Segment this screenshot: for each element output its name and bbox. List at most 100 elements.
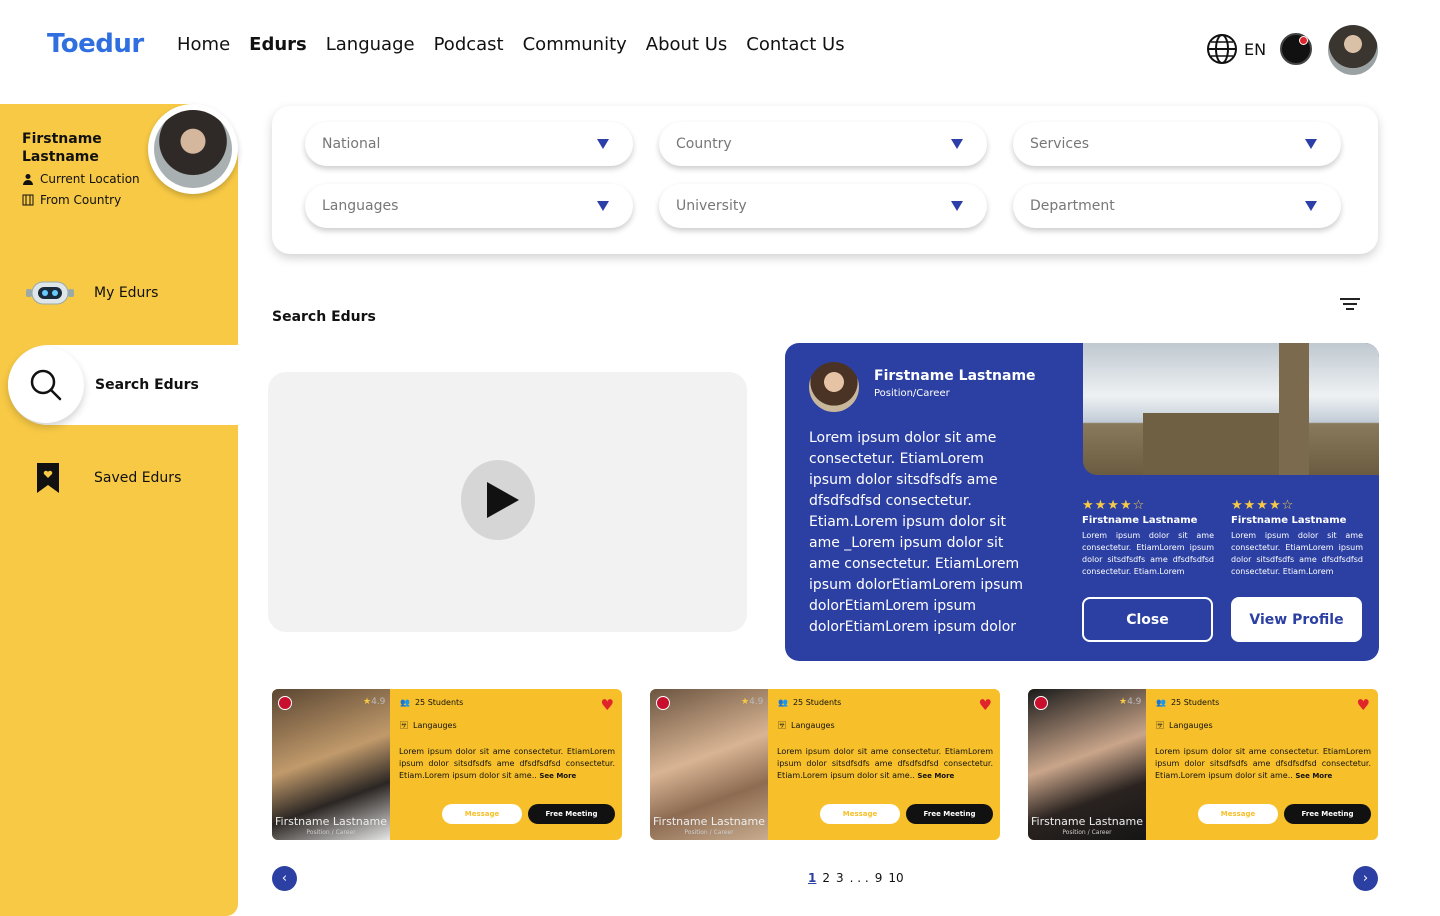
page-ellipsis: . . . [849, 871, 869, 885]
tutor-languages: 🈂 Langauges [400, 721, 457, 730]
uk-flag-icon [1034, 696, 1048, 710]
star-rating: ★★★★☆ [1231, 498, 1295, 513]
view-profile-button[interactable]: View Profile [1231, 597, 1362, 642]
university-select[interactable]: University [659, 184, 987, 228]
sidebar-item-my-edurs[interactable]: My Edurs [0, 253, 238, 333]
page-link[interactable]: 1 [808, 871, 816, 885]
profile-card: Firstname Lastname Position/Career Lorem… [785, 343, 1379, 661]
students-count: 👥 25 Students [1156, 698, 1220, 707]
profile-card-name: Firstname Lastname [874, 368, 1036, 384]
logo[interactable]: Toedur [47, 29, 144, 59]
dropdown-arrow-icon [1305, 201, 1317, 211]
sidebar: Firstname Lastname Current Location From… [0, 104, 238, 916]
nav-home[interactable]: Home [177, 34, 230, 55]
dropdown-arrow-icon [951, 139, 963, 149]
profile-avatar[interactable] [148, 104, 238, 194]
translate-icon: 🈂 [778, 721, 786, 730]
students-icon: 👥 [1156, 698, 1166, 707]
free-meeting-button[interactable]: Free Meeting [906, 804, 993, 824]
heart-icon[interactable]: ♥ [601, 696, 614, 714]
tutor-position: Position / Career [684, 829, 734, 836]
user-avatar[interactable] [1328, 25, 1378, 75]
profile-location: Current Location [22, 172, 140, 186]
columns-icon [22, 194, 34, 206]
review-text: Lorem ipsum dolor sit ame consectetur. E… [1082, 531, 1214, 576]
language-selector[interactable]: EN [1206, 33, 1266, 65]
tutor-name: Firstname Lastname [275, 815, 387, 828]
filter-panel: National Country Services Languages Univ… [272, 106, 1378, 254]
students-count: 👥 25 Students [400, 698, 464, 707]
page-link[interactable]: 9 [875, 871, 883, 885]
tutor-position: Position / Career [306, 829, 356, 836]
message-button[interactable]: Message [820, 804, 900, 824]
tutor-name: Firstname Lastname [653, 815, 765, 828]
bookmark-icon [37, 463, 59, 493]
heart-icon[interactable]: ♥ [979, 696, 992, 714]
department-select[interactable]: Department [1013, 184, 1341, 228]
profile-from: From Country [22, 193, 121, 207]
message-button[interactable]: Message [442, 804, 522, 824]
notification-icon[interactable] [1280, 33, 1312, 65]
select-label: Languages [322, 198, 399, 214]
nav-about[interactable]: About Us [646, 34, 728, 55]
tutor-description: Lorem ipsum dolor sit ame consectetur. E… [777, 747, 993, 780]
services-select[interactable]: Services [1013, 122, 1341, 166]
main-nav: Home Edurs Language Podcast Community Ab… [177, 34, 845, 55]
sidebar-item-saved-edurs[interactable]: Saved Edurs [0, 438, 238, 518]
nav-podcast[interactable]: Podcast [434, 34, 504, 55]
language-label: EN [1244, 39, 1267, 59]
students-icon: 👥 [400, 698, 410, 707]
message-button[interactable]: Message [1198, 804, 1278, 824]
page-link[interactable]: 2 [822, 871, 830, 885]
profile-card-description: Lorem ipsum dolor sit ame consectetur. E… [809, 430, 1023, 635]
page-link[interactable]: 3 [836, 871, 844, 885]
sidebar-item-search-edurs[interactable]: Search Edurs [8, 345, 238, 425]
location-text: Current Location [40, 172, 140, 186]
video-player[interactable] [268, 372, 747, 632]
next-page-button[interactable]: › [1353, 866, 1378, 891]
reviewer-name: Firstname Lastname [1231, 515, 1347, 526]
nav-language[interactable]: Language [326, 34, 415, 55]
tutor-card[interactable]: ★4.9 Firstname Lastname Position / Caree… [1028, 689, 1378, 840]
section-title: Search Edurs [272, 309, 376, 325]
profile-card-avatar [809, 362, 859, 412]
tutor-card[interactable]: ★4.9 Firstname Lastname Position / Caree… [650, 689, 1000, 840]
see-more-link[interactable]: See More [1295, 772, 1332, 780]
person-icon [23, 174, 33, 185]
search-circle [8, 347, 84, 423]
london-image [1083, 343, 1379, 475]
country-select[interactable]: Country [659, 122, 987, 166]
nav-contact[interactable]: Contact Us [746, 34, 844, 55]
tutor-rating: ★4.9 [363, 697, 386, 707]
tutor-rating: ★4.9 [1119, 697, 1142, 707]
nav-edurs[interactable]: Edurs [249, 34, 307, 55]
select-label: University [676, 198, 747, 214]
sidebar-label: My Edurs [94, 285, 159, 301]
free-meeting-button[interactable]: Free Meeting [528, 804, 615, 824]
dropdown-arrow-icon [951, 201, 963, 211]
select-label: Country [676, 136, 732, 152]
from-text: From Country [40, 193, 122, 207]
select-label: Services [1030, 136, 1090, 152]
search-icon [30, 369, 62, 401]
see-more-link[interactable]: See More [917, 772, 954, 780]
globe-icon [1207, 34, 1237, 64]
students-icon: 👥 [778, 698, 788, 707]
close-button[interactable]: Close [1082, 597, 1213, 642]
prev-page-button[interactable]: ‹ [272, 866, 297, 891]
uk-flag-icon [656, 696, 670, 710]
review-card: ★★★★☆ Firstname Lastname Lorem ipsum dol… [1231, 498, 1363, 578]
national-select[interactable]: National [305, 122, 633, 166]
filter-icon[interactable] [1340, 298, 1360, 312]
free-meeting-button[interactable]: Free Meeting [1284, 804, 1371, 824]
notification-badge [1299, 36, 1308, 45]
languages-select[interactable]: Languages [305, 184, 633, 228]
page-link[interactable]: 10 [888, 871, 903, 885]
sidebar-label: Saved Edurs [94, 470, 182, 486]
play-button[interactable] [461, 460, 535, 540]
students-count: 👥 25 Students [778, 698, 842, 707]
heart-icon[interactable]: ♥ [1357, 696, 1370, 714]
see-more-link[interactable]: See More [539, 772, 576, 780]
nav-community[interactable]: Community [523, 34, 627, 55]
tutor-card[interactable]: ★4.9 Firstname Lastname Position / Caree… [272, 689, 622, 840]
